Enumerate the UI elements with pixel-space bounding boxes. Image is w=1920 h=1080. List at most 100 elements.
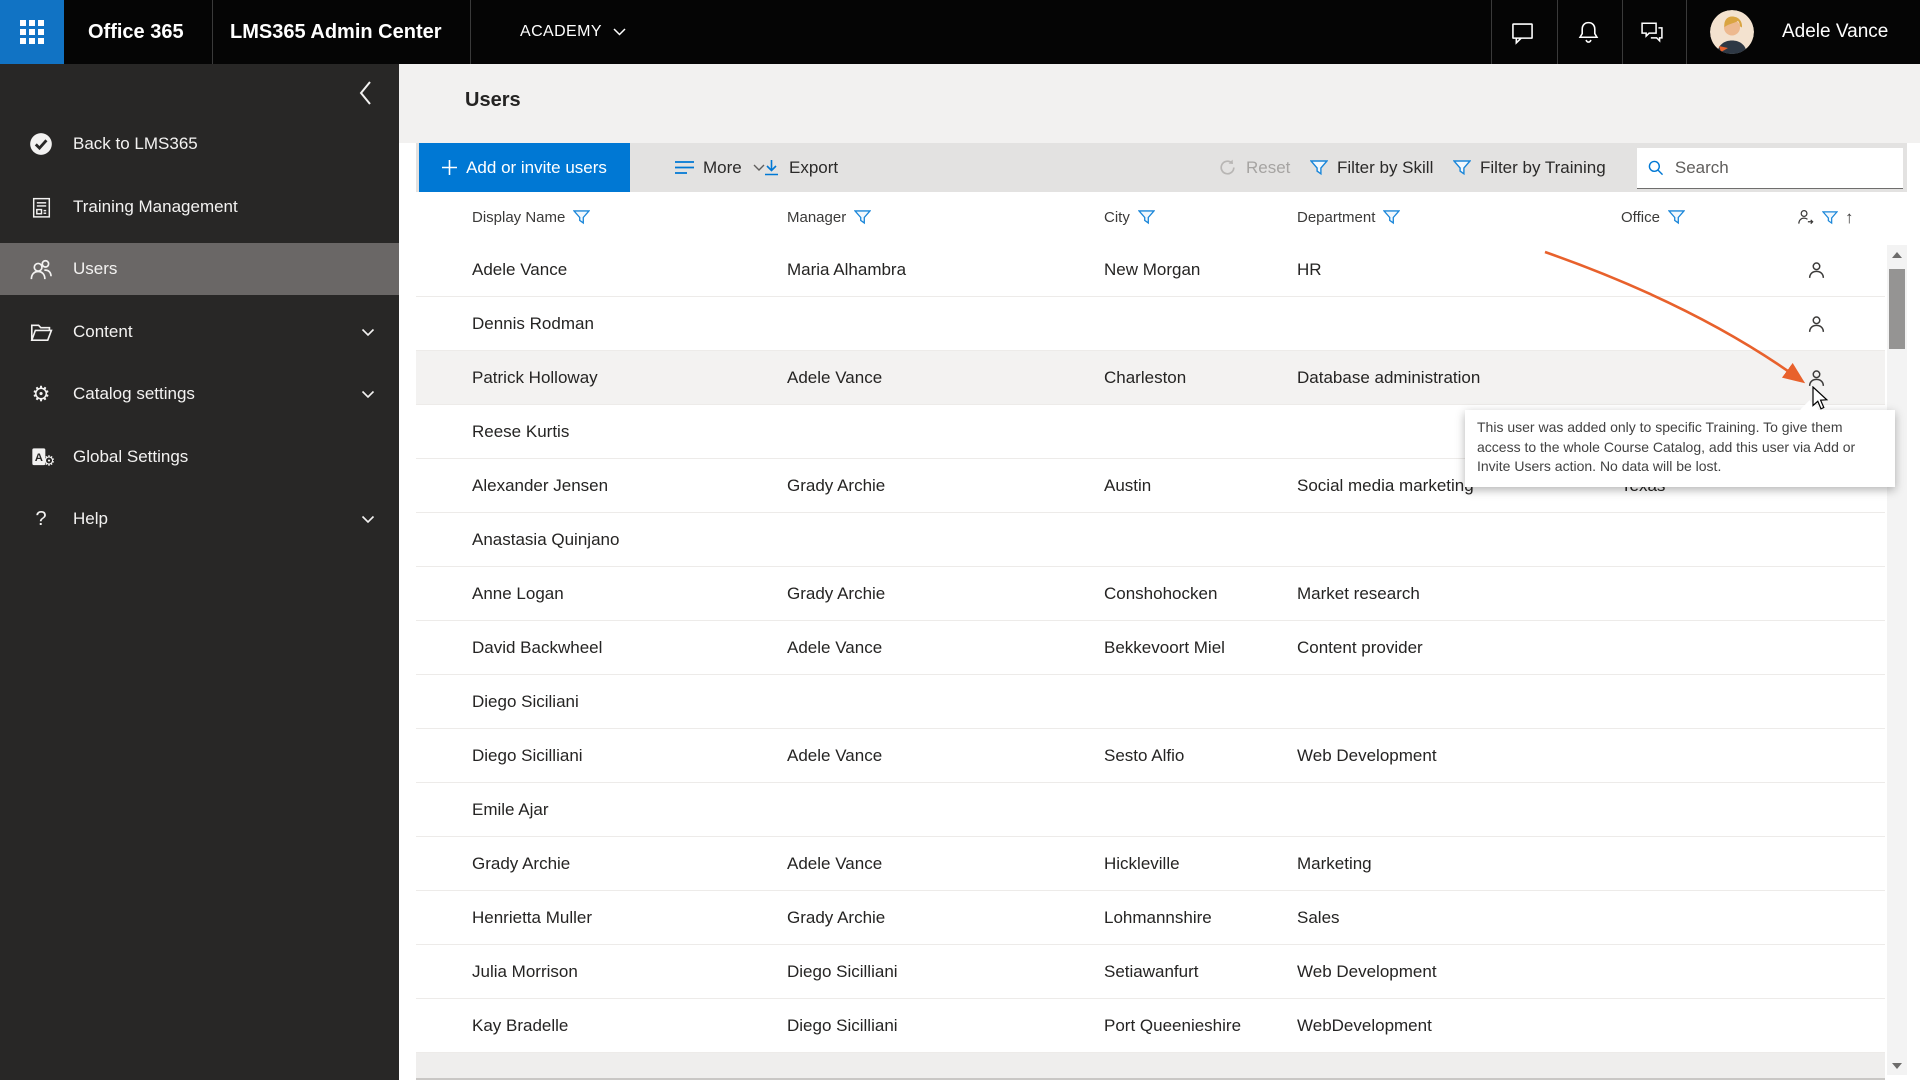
table-row[interactable]: Julia Morrison Diego Sicilliani Setiawanfu… bbox=[416, 945, 1885, 999]
cell-manager: Adele Vance bbox=[787, 854, 883, 873]
cell-name: Dennis Rodman bbox=[472, 314, 594, 333]
table-row[interactable]: Grady Archie Adele Vance Hickleville Market… bbox=[416, 837, 1885, 891]
notifications-button[interactable] bbox=[1573, 17, 1603, 47]
sidebar-item-label: Users bbox=[73, 259, 118, 278]
table-row[interactable]: Adele Vance Maria Alhambra New Morgan HR bbox=[416, 243, 1885, 297]
column-header-manager[interactable]: Manager bbox=[787, 192, 872, 243]
cell-department: Content provider bbox=[1297, 638, 1423, 657]
column-header-department[interactable]: Department bbox=[1297, 192, 1401, 243]
table-row[interactable]: David Backwheel Adele Vance Bekkevoort Mie… bbox=[416, 621, 1885, 675]
reset-button[interactable]: Reset bbox=[1218, 143, 1290, 192]
academy-dropdown[interactable]: ACADEMY bbox=[514, 0, 632, 64]
column-header-city[interactable]: City bbox=[1104, 192, 1155, 243]
add-or-invite-users-button[interactable]: Add or invite users bbox=[419, 143, 630, 192]
filter-by-training-button[interactable]: Filter by Training bbox=[1453, 143, 1606, 192]
more-button[interactable]: More bbox=[675, 143, 765, 192]
cell-department: HR bbox=[1297, 260, 1322, 279]
user-added-to-training-icon[interactable] bbox=[1806, 260, 1827, 281]
cell-name: David Backwheel bbox=[472, 638, 603, 657]
cell-name: Grady Archie bbox=[472, 854, 571, 873]
people-icon bbox=[27, 255, 55, 283]
scroll-down-button[interactable] bbox=[1887, 1056, 1907, 1075]
cell-name: Reese Kurtis bbox=[472, 422, 570, 441]
app-launcher-button[interactable] bbox=[0, 0, 64, 64]
cell-department: Web Development bbox=[1297, 962, 1437, 981]
topbar-divider bbox=[470, 0, 471, 64]
table-row[interactable]: Anastasia Quinjano bbox=[416, 513, 1885, 567]
user-name[interactable]: Adele Vance bbox=[1782, 0, 1888, 64]
plus-icon bbox=[442, 160, 458, 175]
cell-department: Market research bbox=[1297, 584, 1420, 603]
chat-button[interactable] bbox=[1507, 17, 1537, 47]
cell-name: Diego Siciliani bbox=[472, 692, 579, 711]
vertical-scrollbar[interactable] bbox=[1887, 245, 1907, 1075]
table-row[interactable]: Henrietta Muller Grady Archie Lohmannshire… bbox=[416, 891, 1885, 945]
table-row[interactable]: Diego Sicilliani Adele Vance Sesto Alfio We… bbox=[416, 729, 1885, 783]
sidebar-item-training-management[interactable]: Training Management bbox=[0, 181, 399, 233]
global-settings-icon: A ⚙ bbox=[27, 443, 55, 471]
search-input[interactable] bbox=[1672, 157, 1892, 179]
lms365-check-circle-icon bbox=[27, 130, 55, 158]
cell-name: Anne Logan bbox=[472, 584, 564, 603]
column-header-user-type[interactable]: ↑ bbox=[1796, 192, 1854, 243]
scrollbar-thumb[interactable] bbox=[1889, 269, 1905, 349]
cell-manager: Adele Vance bbox=[787, 638, 883, 657]
cell-department: Sales bbox=[1297, 908, 1340, 927]
column-header-office[interactable]: Office bbox=[1621, 192, 1685, 243]
cell-city: Charleston bbox=[1104, 368, 1187, 387]
sidebar-item-back-to-lms365[interactable]: Back to LMS365 bbox=[0, 118, 399, 170]
cell-department: Marketing bbox=[1297, 854, 1372, 873]
reset-icon bbox=[1220, 159, 1235, 175]
filter-icon[interactable] bbox=[1137, 210, 1155, 225]
topbar-divider bbox=[1491, 0, 1492, 64]
sidebar-item-users[interactable]: Users bbox=[0, 243, 399, 295]
column-header-display-name[interactable]: Display Name bbox=[472, 192, 591, 243]
sidebar: Back to LMS365 Training Management Users bbox=[0, 64, 399, 1080]
cell-city: Bekkevoort Miel bbox=[1104, 638, 1225, 657]
filter-icon[interactable] bbox=[1667, 210, 1685, 225]
gear-icon: ⚙ bbox=[31, 382, 51, 406]
sidebar-collapse-button[interactable] bbox=[351, 76, 379, 110]
toolbar: Add or invite users More Export Reset Fi… bbox=[416, 143, 1907, 192]
avatar[interactable] bbox=[1710, 10, 1754, 54]
sidebar-item-global-settings[interactable]: A ⚙ Global Settings bbox=[0, 431, 399, 483]
table-row[interactable]: Emile Ajar bbox=[416, 783, 1885, 837]
filter-icon[interactable] bbox=[573, 210, 591, 225]
sidebar-item-label: Help bbox=[73, 509, 108, 528]
filter-icon[interactable] bbox=[854, 210, 872, 225]
table-header: Display Name Manager City Department Off… bbox=[416, 192, 1885, 244]
table-row[interactable]: Patrick Holloway Adele Vance Charleston Dat… bbox=[416, 351, 1885, 405]
user-added-to-training-icon[interactable] bbox=[1806, 368, 1827, 389]
chevron-down-icon bbox=[361, 328, 375, 337]
table-row[interactable]: Anne Logan Grady Archie Conshohocken Market… bbox=[416, 567, 1885, 621]
cell-name: Adele Vance bbox=[472, 260, 568, 279]
scroll-up-button[interactable] bbox=[1887, 245, 1907, 264]
document-icon bbox=[27, 193, 55, 221]
filter-icon[interactable] bbox=[1383, 210, 1401, 225]
user-added-to-training-icon[interactable] bbox=[1806, 314, 1827, 335]
cell-city: Austin bbox=[1104, 476, 1152, 495]
table-row[interactable]: Dennis Rodman bbox=[416, 297, 1885, 351]
chat-icon bbox=[1511, 22, 1533, 45]
table-row[interactable]: Diego Siciliani bbox=[416, 675, 1885, 729]
table-row[interactable]: Kay Bradelle Diego Sicilliani Port Queenie… bbox=[416, 999, 1885, 1053]
screen: Office 365 LMS365 Admin Center ACADEMY A… bbox=[0, 0, 1920, 1080]
sidebar-item-label: Content bbox=[73, 322, 133, 341]
topbar-divider bbox=[1557, 0, 1558, 64]
export-button[interactable]: Export bbox=[763, 143, 838, 192]
feedback-button[interactable] bbox=[1637, 17, 1667, 47]
cell-name: Patrick Holloway bbox=[472, 368, 598, 387]
filter-icon bbox=[1822, 210, 1838, 224]
sidebar-item-label: Training Management bbox=[73, 197, 238, 216]
sidebar-item-help[interactable]: ? Help bbox=[0, 493, 399, 545]
sidebar-item-catalog-settings[interactable]: ⚙ Catalog settings bbox=[0, 368, 399, 420]
cell-city: Setiawanfurt bbox=[1104, 962, 1199, 981]
cell-name: Diego Sicilliani bbox=[472, 746, 583, 765]
cell-city: Port Queenieshire bbox=[1104, 1016, 1242, 1035]
filter-by-skill-button[interactable]: Filter by Skill bbox=[1310, 143, 1433, 192]
sort-ascending-icon: ↑ bbox=[1845, 207, 1854, 227]
topbar-divider bbox=[1622, 0, 1623, 64]
sidebar-item-label: Global Settings bbox=[73, 447, 189, 466]
sidebar-item-content[interactable]: Content bbox=[0, 306, 399, 358]
cell-manager: Adele Vance bbox=[787, 368, 883, 387]
